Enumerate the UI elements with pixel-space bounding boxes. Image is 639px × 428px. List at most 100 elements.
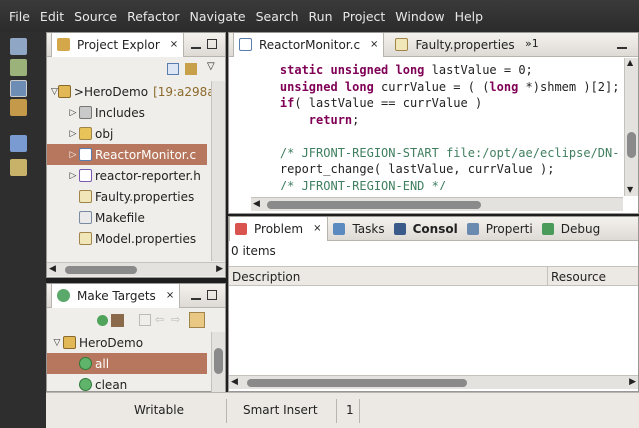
back-icon[interactable]: ⇦ xyxy=(155,313,164,326)
project-explorer-view: Project Explor ⨯ ▽ ▽ >HeroDemo [19:a298a ▷ I… xyxy=(46,32,226,278)
collapsed-arrow-icon[interactable]: ▷ xyxy=(67,150,79,160)
collapse-all-icon[interactable] xyxy=(167,63,179,75)
close-icon[interactable]: ⨯ xyxy=(313,223,321,234)
home-icon[interactable] xyxy=(139,314,151,326)
vertical-scrollbar[interactable]: ▲ ▼ xyxy=(624,58,638,196)
expanded-arrow-icon[interactable]: ▽ xyxy=(51,338,63,348)
tab-problem[interactable]: Problem ⨯ xyxy=(229,216,329,241)
status-divider xyxy=(226,399,227,423)
tab-tasks[interactable]: Tasks xyxy=(328,217,388,241)
bottom-panel-tabbar: Problem ⨯ Tasks Consol Properti Debug xyxy=(229,216,638,241)
scroll-thumb[interactable] xyxy=(214,348,223,374)
tree-item[interactable]: all xyxy=(47,353,207,374)
menu-help[interactable]: Help xyxy=(450,9,489,24)
status-insert-mode: Smart Insert xyxy=(243,403,318,417)
scroll-up-icon[interactable]: ▲ xyxy=(627,58,633,67)
open-perspective-icon[interactable] xyxy=(10,99,27,116)
menu-edit[interactable]: Edit xyxy=(35,9,69,24)
tab-project-explorer[interactable]: Project Explor ⨯ xyxy=(51,32,185,57)
column-header-resource[interactable]: Resource xyxy=(551,270,606,284)
tab-debug[interactable]: Debug xyxy=(537,217,604,241)
tab-properti[interactable]: Properti xyxy=(462,217,537,241)
column-divider[interactable] xyxy=(547,267,548,286)
menu-refactor[interactable]: Refactor xyxy=(122,9,184,24)
collapsed-arrow-icon[interactable]: ▷ xyxy=(67,129,79,139)
menu-source[interactable]: Source xyxy=(69,9,122,24)
forward-icon[interactable]: ⇨ xyxy=(171,313,180,326)
project-explorer-titlebar: Project Explor ⨯ xyxy=(47,32,225,57)
tab-label: Problem xyxy=(254,221,304,236)
tab-reactormonitor-c[interactable]: ReactorMonitor.c ⨯ xyxy=(233,32,385,57)
scroll-left-icon[interactable]: ◀ xyxy=(253,199,260,209)
target-icon xyxy=(79,378,92,391)
maximize-icon[interactable] xyxy=(207,290,217,300)
menu-window[interactable]: Window xyxy=(390,9,449,24)
tab-consol[interactable]: Consol xyxy=(389,217,462,241)
column-header-description[interactable]: Description xyxy=(232,270,300,284)
menu-file[interactable]: File xyxy=(4,9,35,24)
scroll-left-icon[interactable]: ◀ xyxy=(231,377,238,387)
collapsed-arrow-icon[interactable]: ▷ xyxy=(67,108,79,118)
close-icon[interactable]: ⨯ xyxy=(170,39,178,50)
code-keyword: static unsigned long xyxy=(279,63,425,77)
tree-item[interactable]: ▷ Includes xyxy=(47,102,207,123)
horizontal-scrollbar[interactable]: ◀ xyxy=(251,197,623,211)
scroll-down-icon[interactable]: ▼ xyxy=(627,185,633,194)
code-text: *)shmem )[2]; xyxy=(518,79,620,94)
minimize-icon[interactable] xyxy=(617,39,627,49)
vertical-scrollbar[interactable] xyxy=(211,81,225,261)
tree-item[interactable]: ▷ obj xyxy=(47,123,207,144)
close-icon[interactable]: ⨯ xyxy=(370,39,378,50)
hide-empty-folders-icon[interactable] xyxy=(189,312,205,328)
hammer-icon[interactable] xyxy=(111,314,124,327)
horizontal-scrollbar[interactable]: ◀ ▶ xyxy=(229,375,638,389)
scroll-right-icon[interactable]: ▶ xyxy=(216,264,223,274)
scroll-thumb[interactable] xyxy=(65,266,137,274)
maximize-icon[interactable] xyxy=(207,39,217,49)
minimize-icon[interactable] xyxy=(191,39,201,49)
tree-item-label: Includes xyxy=(95,105,145,120)
code-editor[interactable]: static unsigned long lastValue = 0; unsi… xyxy=(251,62,623,190)
expanded-arrow-icon[interactable]: ▽ xyxy=(51,87,58,97)
menu-run[interactable]: Run xyxy=(304,9,338,24)
minimize-icon[interactable] xyxy=(191,290,201,300)
tree-item[interactable]: ▽ >HeroDemo [19:a298a xyxy=(47,81,215,102)
code-text: lastValue = 0; xyxy=(424,63,533,77)
close-icon[interactable]: ⨯ xyxy=(166,290,174,301)
fast-view-icon[interactable] xyxy=(10,135,27,152)
horizontal-scrollbar[interactable]: ◀ ▶ xyxy=(47,262,225,276)
status-bar: Writable Smart Insert 1 xyxy=(46,392,639,428)
menu-project[interactable]: Project xyxy=(338,9,391,24)
view-menu-icon[interactable]: ▽ xyxy=(207,61,215,72)
tree-item[interactable]: Model.properties xyxy=(47,228,207,249)
tree-item-decoration: [19:a298a xyxy=(153,84,215,99)
editor-tabbar: ReactorMonitor.c ⨯ Faulty.properties »1 xyxy=(229,32,638,57)
tree-item[interactable]: clean xyxy=(47,374,207,392)
collapsed-arrow-icon[interactable]: ▷ xyxy=(67,171,79,181)
team-perspective-icon[interactable] xyxy=(10,80,27,97)
cpp-perspective-icon[interactable] xyxy=(10,38,27,55)
scroll-right-icon[interactable]: ▶ xyxy=(629,377,636,387)
tree-item[interactable]: Faulty.properties xyxy=(47,186,207,207)
tree-item[interactable]: ▽ HeroDemo xyxy=(47,332,207,353)
scroll-thumb[interactable] xyxy=(247,379,467,387)
tab-overflow-button[interactable]: »1 xyxy=(525,37,539,50)
menu-search[interactable]: Search xyxy=(251,9,304,24)
tree-item[interactable]: Makefile xyxy=(47,207,207,228)
vertical-scrollbar[interactable] xyxy=(211,332,225,392)
problems-count: 0 items xyxy=(231,244,276,258)
scroll-thumb[interactable] xyxy=(267,201,481,209)
tab-make-targets[interactable]: Make Targets ⨯ xyxy=(51,283,181,308)
tree-item[interactable]: ▷ ReactorMonitor.c xyxy=(47,144,207,165)
scroll-thumb[interactable] xyxy=(627,132,636,158)
tab-label: Tasks xyxy=(352,221,385,236)
build-target-icon[interactable] xyxy=(97,315,108,326)
tab-faulty-properties[interactable]: Faulty.properties xyxy=(390,33,519,57)
scroll-left-icon[interactable]: ◀ xyxy=(49,264,56,274)
tree-item[interactable]: ▷ reactor-reporter.h xyxy=(47,165,207,186)
project-icon xyxy=(63,336,76,349)
link-with-editor-icon[interactable] xyxy=(185,63,197,75)
menu-navigate[interactable]: Navigate xyxy=(185,9,251,24)
debug-perspective-icon[interactable] xyxy=(10,59,27,76)
outline-fast-view-icon[interactable] xyxy=(10,159,27,176)
